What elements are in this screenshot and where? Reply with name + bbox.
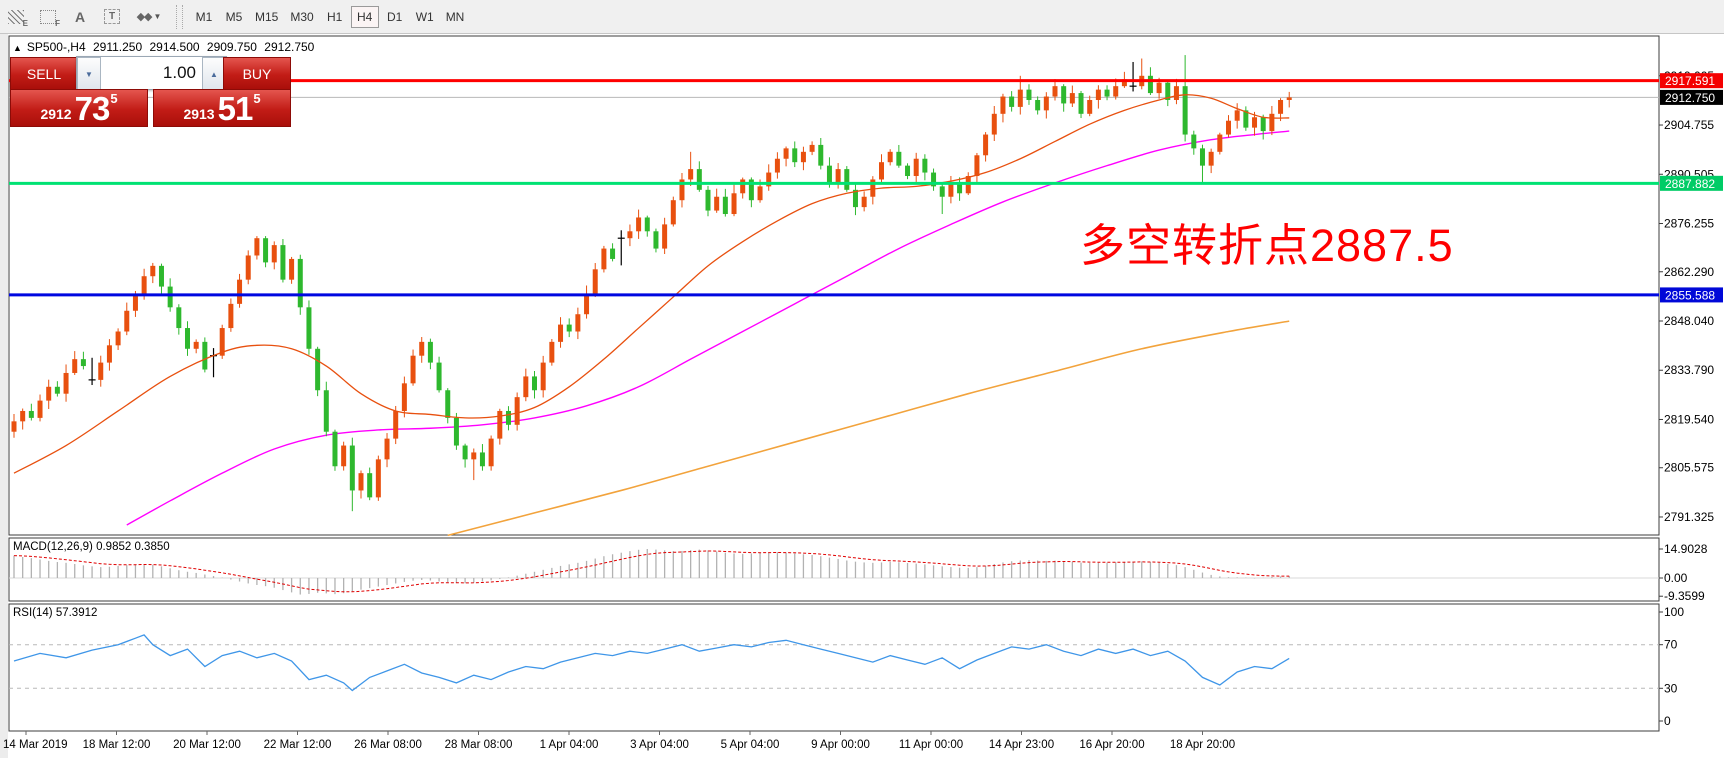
text-label-glyph: A — [75, 9, 85, 25]
buy-button[interactable]: BUY — [223, 57, 291, 91]
sell-button[interactable]: SELL — [10, 57, 78, 91]
tf-button-m5[interactable]: M5 — [220, 6, 248, 28]
sell-price-prefix: 2912 — [40, 104, 71, 124]
symbol-ohlc-readout: ▲ SP500-,H4 2911.250 2914.500 2909.750 29… — [13, 40, 318, 54]
axis-tick-label: 2862.290 — [1664, 265, 1714, 279]
toolbar-separator — [176, 5, 183, 29]
time-axis-label: 28 Mar 08:00 — [445, 739, 513, 751]
tf-button-h4[interactable]: H4 — [351, 6, 379, 28]
time-axis-label: 3 Apr 04:00 — [630, 739, 689, 751]
axis-tick-label: 100 — [1664, 605, 1684, 619]
toolbar: E F A T ◆◆ ▼ M1 M5 M15 M30 H1 H4 D1 W1 M… — [0, 0, 1724, 34]
tf-button-mn[interactable]: MN — [441, 6, 470, 28]
buy-price-prefix: 2913 — [183, 104, 214, 124]
axis-tick-label: 2819.540 — [1664, 412, 1714, 426]
time-axis-label: 1 Apr 04:00 — [540, 739, 599, 751]
axis-tick-label: 0.00 — [1664, 571, 1688, 585]
volume-input[interactable] — [101, 57, 202, 89]
volume-spinner: ▼ ▲ — [76, 56, 227, 90]
ohlc-open: 2911.250 — [93, 40, 142, 54]
ohlc-close: 2912.750 — [264, 40, 314, 54]
time-axis-label: 14 Mar 2019 — [3, 739, 68, 751]
time-axis-label: 18 Mar 12:00 — [83, 739, 151, 751]
collapse-triangle-icon[interactable]: ▲ — [13, 43, 22, 53]
chart-annotation-text: 多空转折点2887.5 — [1080, 209, 1454, 274]
tf-button-m1[interactable]: M1 — [190, 6, 218, 28]
expert-sub-label: E — [23, 19, 28, 28]
sell-price-big: 73 — [75, 94, 110, 124]
tf-button-m15[interactable]: M15 — [250, 6, 283, 28]
time-axis-label: 11 Apr 00:00 — [899, 739, 963, 751]
macd-indicator-label: MACD(12,26,9) 0.9852 0.3850 — [13, 541, 170, 553]
time-axis-label: 16 Apr 20:00 — [1079, 739, 1144, 751]
rsi-indicator-label: RSI(14) 57.3912 — [13, 607, 97, 619]
axis-tick-label: 0 — [1664, 714, 1671, 728]
time-axis-label: 5 Apr 04:00 — [721, 739, 780, 751]
axis-tick-label: 2848.040 — [1664, 314, 1714, 328]
time-axis-label: 26 Mar 08:00 — [354, 739, 422, 751]
ohlc-high: 2914.500 — [149, 40, 199, 54]
fibonacci-sub-label: F — [55, 19, 60, 28]
time-axis-label: 18 Apr 20:00 — [1170, 739, 1235, 751]
one-click-trade-panel: SELL ▼ ▲ BUY 2912 73 5 2913 51 5 — [10, 57, 291, 127]
text-label-icon[interactable]: A — [65, 4, 95, 30]
price-badge-label: 2887.882 — [1665, 177, 1715, 191]
price-badge-label: 2917.591 — [1665, 74, 1715, 88]
chevron-down-icon: ▼ — [154, 12, 162, 21]
tf-button-h1[interactable]: H1 — [321, 6, 349, 28]
ohlc-low: 2909.750 — [207, 40, 257, 54]
axis-tick-label: 2876.255 — [1664, 217, 1714, 231]
time-axis-label: 22 Mar 12:00 — [264, 739, 332, 751]
axis-tick-label: 2904.755 — [1664, 118, 1714, 132]
text-box-icon[interactable]: T — [97, 4, 127, 30]
axis-tick-label: 14.9028 — [1664, 542, 1708, 556]
buy-price-sup: 5 — [253, 91, 260, 106]
arrows-glyph: ◆◆ — [137, 10, 152, 23]
buy-price-big: 51 — [218, 94, 253, 124]
fibonacci-icon[interactable]: F — [33, 4, 63, 30]
axis-tick-label: 2805.575 — [1664, 461, 1714, 475]
dotted-box-glyph — [40, 10, 56, 24]
price-badge-label: 2912.750 — [1665, 91, 1715, 105]
text-box-glyph: T — [104, 9, 120, 24]
symbol-name: SP500-,H4 — [27, 40, 86, 54]
hatch-glyph — [8, 10, 24, 24]
axis-tick-label: 30 — [1664, 681, 1678, 695]
sell-price-sup: 5 — [110, 91, 117, 106]
arrow-objects-icon[interactable]: ◆◆ ▼ — [129, 4, 169, 30]
time-axis-label: 20 Mar 12:00 — [173, 739, 241, 751]
trading-terminal-window: { "toolbar": { "tools": [ {"name": "expe… — [0, 0, 1724, 758]
buy-quote[interactable]: 2913 51 5 — [153, 89, 291, 127]
axis-tick-label: 2791.325 — [1664, 510, 1714, 524]
axis-tick-label: 2833.790 — [1664, 363, 1714, 377]
expert-advisors-icon[interactable]: E — [1, 4, 31, 30]
time-axis-label: 9 Apr 00:00 — [811, 739, 870, 751]
axis-tick-label: 70 — [1664, 638, 1678, 652]
tf-button-w1[interactable]: W1 — [411, 6, 439, 28]
time-axis-label: 14 Apr 23:00 — [989, 739, 1054, 751]
axis-tick-label: -9.3599 — [1664, 589, 1705, 603]
volume-decrease-button[interactable]: ▼ — [77, 57, 101, 91]
sell-quote[interactable]: 2912 73 5 — [10, 89, 148, 127]
tf-button-d1[interactable]: D1 — [381, 6, 409, 28]
tf-button-m30[interactable]: M30 — [285, 6, 318, 28]
price-badge-label: 2855.588 — [1665, 288, 1715, 302]
